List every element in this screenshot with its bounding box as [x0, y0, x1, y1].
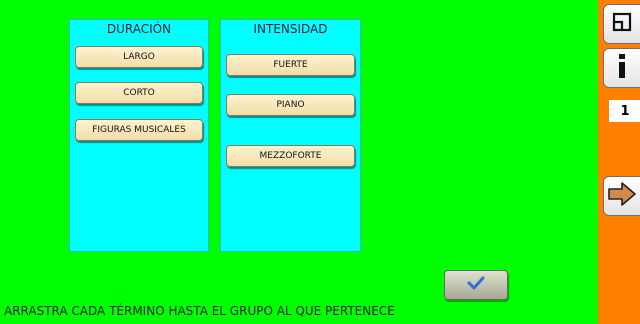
- page-number: 1: [609, 100, 640, 122]
- check-answer-button[interactable]: [444, 270, 508, 300]
- term-largo[interactable]: LARGO: [75, 46, 203, 68]
- fullscreen-button[interactable]: [603, 4, 640, 44]
- term-mezzoforte[interactable]: MEZZOFORTE: [226, 145, 355, 167]
- info-icon: [615, 53, 629, 83]
- term-fuerte[interactable]: FUERTE: [226, 54, 355, 76]
- group-intensidad-title: INTENSIDAD: [253, 22, 328, 36]
- checkmark-icon: [466, 275, 486, 295]
- next-button[interactable]: [603, 176, 640, 216]
- info-button[interactable]: [603, 48, 640, 88]
- group-duracion-title: DURACIÓN: [106, 22, 172, 36]
- term-corto[interactable]: CORTO: [75, 82, 203, 104]
- term-piano[interactable]: PIANO: [226, 94, 355, 116]
- next-arrow-icon: [607, 181, 637, 211]
- fullscreen-icon: [612, 12, 632, 36]
- term-figuras-musicales[interactable]: FIGURAS MUSICALES: [75, 119, 203, 141]
- instruction-text: ARRASTRA CADA TÉRMINO HASTA EL GRUPO AL …: [4, 304, 395, 318]
